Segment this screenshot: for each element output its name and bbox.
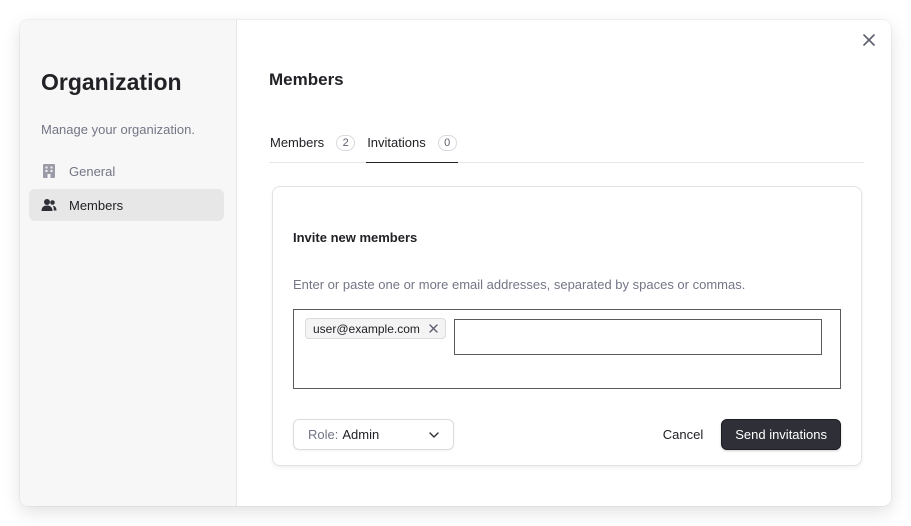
sidebar-item-label: General: [69, 163, 116, 179]
sidebar: Organization Manage your organization. G…: [20, 20, 237, 506]
invite-actions: Cancel Send invitations: [663, 419, 841, 450]
role-select-value: Admin: [342, 427, 380, 442]
tab-count-badge: 0: [437, 135, 457, 151]
role-select-label: Role:: [308, 427, 339, 442]
main-panel: Members Members 2 Invitations 0 Invite n…: [237, 20, 891, 506]
sidebar-item-members[interactable]: Members: [29, 189, 224, 221]
chevron-down-icon: [429, 431, 439, 438]
email-chip: user@example.com: [305, 318, 446, 339]
invite-card: Invite new members Enter or paste one or…: [272, 186, 862, 466]
page-title: Members: [269, 70, 344, 89]
users-icon: [41, 197, 57, 213]
tab-label: Members: [270, 135, 325, 150]
send-invitations-button[interactable]: Send invitations: [721, 419, 841, 450]
sidebar-item-label: Members: [69, 197, 124, 213]
email-tags-field[interactable]: user@example.com: [293, 309, 841, 389]
tab-members[interactable]: Members 2: [269, 132, 356, 162]
sidebar-subtitle: Manage your organization.: [41, 122, 195, 137]
email-chip-label: user@example.com: [313, 321, 420, 336]
building-icon: [41, 163, 57, 179]
role-select[interactable]: Role: Admin: [293, 419, 454, 450]
email-input[interactable]: [453, 319, 822, 355]
close-icon: [863, 33, 875, 51]
tab-label: Invitations: [367, 135, 426, 150]
invite-footer: Role: Admin Cancel Send invitations: [293, 419, 841, 450]
sidebar-nav: General Members: [29, 155, 224, 221]
organization-modal: Organization Manage your organization. G…: [20, 20, 891, 506]
sidebar-title: Organization: [41, 69, 182, 95]
tab-invitations[interactable]: Invitations 0: [366, 132, 458, 163]
remove-chip-icon[interactable]: [429, 324, 438, 333]
cancel-button[interactable]: Cancel: [663, 427, 703, 442]
tab-count-badge: 2: [336, 135, 356, 151]
invite-title: Invite new members: [293, 230, 418, 245]
close-button[interactable]: [859, 32, 879, 52]
tab-bar: Members 2 Invitations 0: [269, 132, 864, 163]
invite-description: Enter or paste one or more email address…: [293, 277, 746, 292]
sidebar-item-general[interactable]: General: [29, 155, 224, 187]
